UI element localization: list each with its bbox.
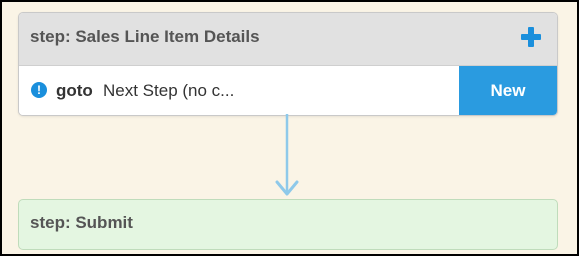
workflow-canvas: step: Sales Line Item Details ! goto Nex… bbox=[0, 0, 579, 256]
goto-row[interactable]: ! goto Next Step (no c... New bbox=[19, 66, 557, 115]
step-title: step: Sales Line Item Details bbox=[30, 27, 260, 46]
step-header[interactable]: step: Sales Line Item Details bbox=[19, 13, 557, 66]
info-icon: ! bbox=[31, 82, 47, 98]
plus-icon[interactable] bbox=[519, 25, 543, 49]
goto-target: Next Step (no c... bbox=[103, 81, 235, 100]
step-card-sales-line-item-details[interactable]: step: Sales Line Item Details ! goto Nex… bbox=[18, 12, 558, 116]
goto-keyword: goto bbox=[56, 81, 93, 100]
new-button[interactable]: New bbox=[459, 66, 557, 115]
step-card-submit[interactable]: step: Submit bbox=[18, 199, 558, 250]
step-title: step: Submit bbox=[30, 213, 133, 232]
connector-arrow-icon bbox=[275, 114, 299, 196]
